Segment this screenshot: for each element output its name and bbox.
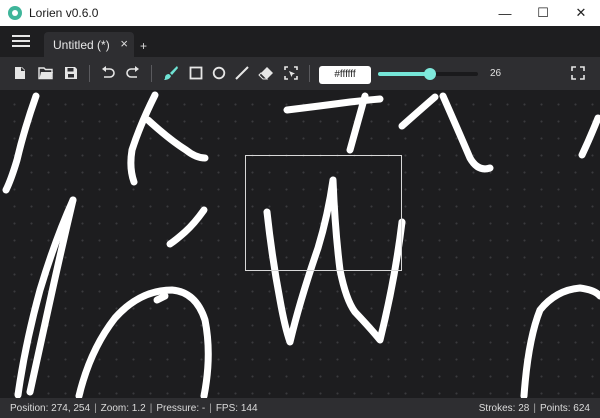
- status-divider: |: [94, 403, 97, 414]
- tab-label: Untitled (*): [53, 37, 110, 52]
- maximize-button[interactable]: ☐: [524, 0, 562, 26]
- status-points: Points: 624: [539, 403, 590, 414]
- redo-icon[interactable]: [125, 65, 141, 81]
- add-tab-button[interactable]: +: [140, 39, 147, 53]
- title-bar: Lorien v0.6.0 — ☐ ✕: [0, 0, 600, 26]
- toolbar-divider: [151, 65, 152, 82]
- color-picker[interactable]: [319, 64, 371, 84]
- status-right: Strokes: 28 | Points: 624: [479, 403, 590, 414]
- eraser-tool-icon[interactable]: [258, 65, 274, 81]
- brush-stroke: [166, 206, 208, 248]
- brush-tool-icon[interactable]: [163, 65, 179, 81]
- brush-stroke: [263, 176, 406, 346]
- tab-close-icon[interactable]: ×: [120, 36, 128, 51]
- circle-tool-icon[interactable]: [211, 65, 227, 81]
- status-divider: |: [533, 403, 536, 414]
- rectangle-tool-icon[interactable]: [188, 65, 204, 81]
- status-divider: |: [149, 403, 153, 414]
- tab-bar: Untitled (*) × +: [0, 26, 600, 57]
- minimize-button[interactable]: —: [486, 0, 524, 26]
- line-tool-icon[interactable]: [234, 65, 250, 81]
- selection-tool-icon[interactable]: [283, 65, 299, 81]
- status-bar: Position: 274, 254 | Zoom: 1.2 | Pressur…: [0, 398, 600, 418]
- brush-size-slider[interactable]: [378, 68, 478, 80]
- lorien-logo-icon: [8, 6, 22, 20]
- slider-fill: [378, 72, 430, 76]
- open-folder-icon[interactable]: [38, 65, 54, 81]
- toolbar-divider: [309, 65, 310, 82]
- status-position: Position: 274, 254: [10, 403, 91, 414]
- toolbar: [0, 57, 600, 90]
- status-strokes: Strokes: 28: [478, 403, 530, 414]
- close-window-button[interactable]: ✕: [562, 0, 600, 26]
- status-pressure: Pressure: -: [156, 403, 206, 414]
- brush-stroke: [578, 114, 600, 159]
- slider-handle[interactable]: [424, 68, 436, 80]
- status-left: Position: 274, 254 | Zoom: 1.2 | Pressur…: [10, 403, 258, 414]
- brush-stroke: [2, 92, 40, 194]
- canvas-strokes: [2, 91, 600, 398]
- toolbar-divider: [89, 65, 90, 82]
- brush-stroke: [127, 91, 159, 186]
- brush-stroke: [398, 93, 439, 130]
- window-controls: — ☐ ✕: [486, 0, 600, 26]
- drawing-canvas[interactable]: [0, 90, 600, 398]
- new-file-icon[interactable]: [12, 65, 28, 81]
- brush-stroke: [144, 116, 209, 162]
- window-title: Lorien v0.6.0: [29, 6, 99, 20]
- status-divider: |: [209, 403, 212, 414]
- tab-untitled[interactable]: Untitled (*) ×: [44, 32, 134, 57]
- status-zoom: Zoom: 1.2: [100, 403, 146, 414]
- hamburger-menu-icon[interactable]: [10, 32, 32, 50]
- color-hex-field[interactable]: [319, 65, 371, 84]
- brush-stroke: [439, 92, 494, 173]
- brush-size-value: 26: [490, 68, 502, 79]
- fullscreen-icon[interactable]: [570, 65, 586, 81]
- save-icon[interactable]: [63, 65, 79, 81]
- brush-stroke: [75, 286, 212, 398]
- status-fps: FPS: 144: [215, 403, 258, 414]
- brush-stroke: [520, 284, 600, 398]
- brush-stroke: [153, 292, 169, 304]
- undo-icon[interactable]: [100, 65, 116, 81]
